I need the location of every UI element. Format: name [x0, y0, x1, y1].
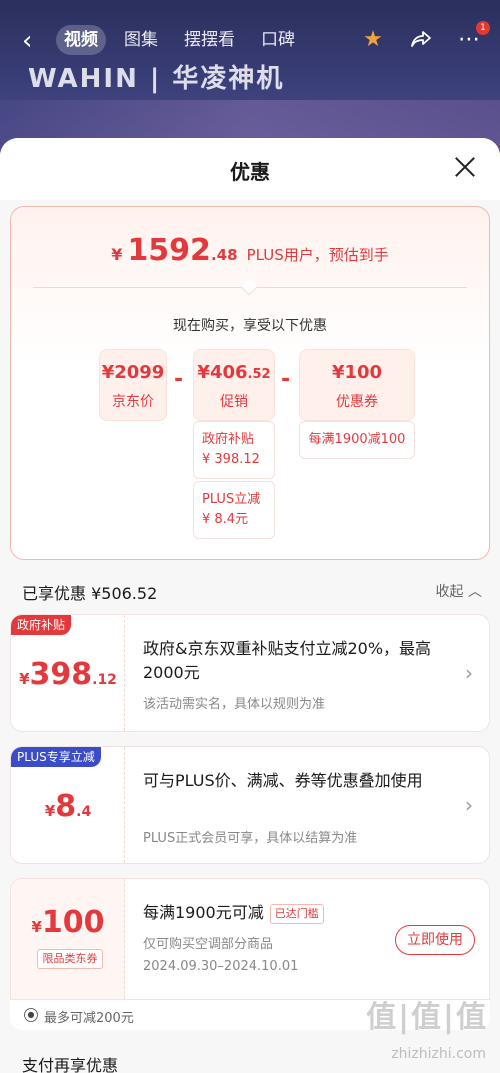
divider-notch [240, 278, 258, 296]
promo-amount: ¥406.52 [197, 362, 271, 383]
coupon-box: ¥100 优惠券 [299, 349, 415, 421]
chevron-right-icon: › [465, 793, 473, 817]
coupon-title: 每满1900元可减 已达门槛 [143, 901, 453, 925]
discount-subtitle: PLUS正式会员可享，具体以结算为准 [143, 831, 358, 846]
coupon-amount-column: ¥100 限品类东券 [11, 879, 125, 999]
site-watermark: 值|值|值 [366, 1000, 488, 1035]
promo-box: ¥406.52 促销 [193, 349, 275, 421]
final-price: ¥ 1592.48 PLUS用户，预估到手 [11, 233, 489, 268]
final-price-note: PLUS用户，预估到手 [246, 246, 389, 264]
coupon-type-label: 限品类东券 [37, 949, 103, 969]
jd-price-label: 京东价 [112, 394, 154, 410]
coupon-card: ¥100 限品类东券 每满1900元可减 已达门槛 仅可购买空调部分商品 2024… [10, 878, 490, 1000]
minus-sign: - [174, 367, 184, 392]
enjoyed-total: 已享优惠 ¥506.52 [22, 584, 158, 603]
top-actions: ★ ⋯ 1 [360, 21, 490, 53]
share-icon[interactable] [408, 27, 434, 53]
payment-offers-heading: 支付再享优惠 [22, 1056, 119, 1073]
discount-card-subsidy[interactable]: 政府补贴 ¥398.12 政府&京东双重补贴支付立减20%，最高2000元 该活… [10, 614, 490, 732]
coupon-amount: ¥100 [31, 905, 105, 940]
promo-item-name: 政府补贴 [202, 432, 255, 447]
minus-sign: - [281, 367, 291, 392]
coupon-description: 仅可购买空调部分商品 [143, 937, 274, 952]
tab-reviews[interactable]: 口碑 [253, 25, 303, 55]
chevron-up-icon: ︿ [468, 584, 482, 600]
discount-title: 政府&京东双重补贴支付立减20%，最高2000元 [143, 639, 432, 682]
currency-symbol: ¥ [111, 245, 123, 264]
tab-placement[interactable]: 摆摆看 [176, 25, 243, 55]
back-arrow-icon[interactable]: ‹ [22, 28, 42, 54]
final-price-decimal: .48 [210, 246, 238, 264]
coupon-validity: 2024.09.30–2024.10.01 [143, 959, 299, 974]
promo-item-subsidy: 政府补贴 ¥ 398.12 [193, 421, 275, 479]
tab-gallery[interactable]: 图集 [116, 25, 166, 55]
more-icon[interactable]: ⋯ 1 [456, 21, 490, 53]
discount-amount: ¥8.4 [44, 789, 92, 824]
price-summary-card: ¥ 1592.48 PLUS用户，预估到手 现在购买，享受以下优惠 ¥2099 … [10, 206, 490, 560]
max-discount-text: 最多可减200元 [44, 1011, 134, 1026]
discount-subtitle: 该活动需实名，具体以规则为准 [143, 697, 326, 712]
coupon-label: 优惠券 [336, 394, 378, 410]
brand-logo: WAHIN | 华凌神机 [28, 64, 285, 94]
discount-sheet: 优惠 ¥ 1592.48 PLUS用户，预估到手 现在购买，享受以下优惠 ¥20… [0, 138, 500, 1073]
sheet-header: 优惠 [0, 138, 500, 200]
threshold-reached-badge: 已达门槛 [269, 903, 324, 924]
top-navigation-bar: ‹ 视频 图集 摆摆看 口碑 ★ ⋯ 1 [0, 21, 500, 62]
info-icon: ● [24, 1008, 38, 1022]
collapse-toggle[interactable]: 收起 ︿ [436, 581, 482, 601]
coupon-amount: ¥100 [331, 362, 383, 383]
site-watermark-url: zhizhizhi.com [391, 1046, 486, 1062]
tab-video[interactable]: 视频 [56, 25, 106, 55]
jd-price-box: ¥2099 京东价 [99, 349, 167, 421]
promo-item-name: PLUS立减 [202, 492, 261, 507]
discount-amount-column: ¥398.12 [11, 615, 125, 731]
discount-title: 可与PLUS价、满减、券等优惠叠加使用 [143, 771, 423, 790]
coupon-detail: 每满1900减100 [299, 421, 415, 459]
close-icon[interactable] [450, 152, 480, 182]
purchase-hint: 现在购买，享受以下优惠 [173, 318, 327, 334]
collapse-label: 收起 [435, 584, 464, 600]
discount-amount-column: ¥8.4 [11, 747, 125, 863]
discount-card-plus[interactable]: PLUS专享立减 ¥8.4 可与PLUS价、满减、券等优惠叠加使用 PLUS正式… [10, 746, 490, 864]
promo-item-value: ¥ 8.4元 [202, 512, 249, 527]
media-tabs: 视频 图集 摆摆看 口碑 [56, 25, 303, 55]
sheet-title: 优惠 [230, 160, 270, 184]
use-now-button[interactable]: 立即使用 [395, 925, 475, 955]
promo-item-value: ¥ 398.12 [202, 452, 260, 467]
promo-item-plus: PLUS立减 ¥ 8.4元 [193, 481, 275, 539]
favorite-star-icon[interactable]: ★ [360, 27, 386, 53]
notification-badge: 1 [476, 21, 490, 35]
chevron-right-icon: › [465, 661, 473, 685]
jd-price-amount: ¥2099 [101, 362, 165, 383]
discount-amount: ¥398.12 [19, 657, 117, 692]
final-price-integer: 1592 [127, 233, 211, 268]
promo-label: 促销 [220, 394, 248, 410]
